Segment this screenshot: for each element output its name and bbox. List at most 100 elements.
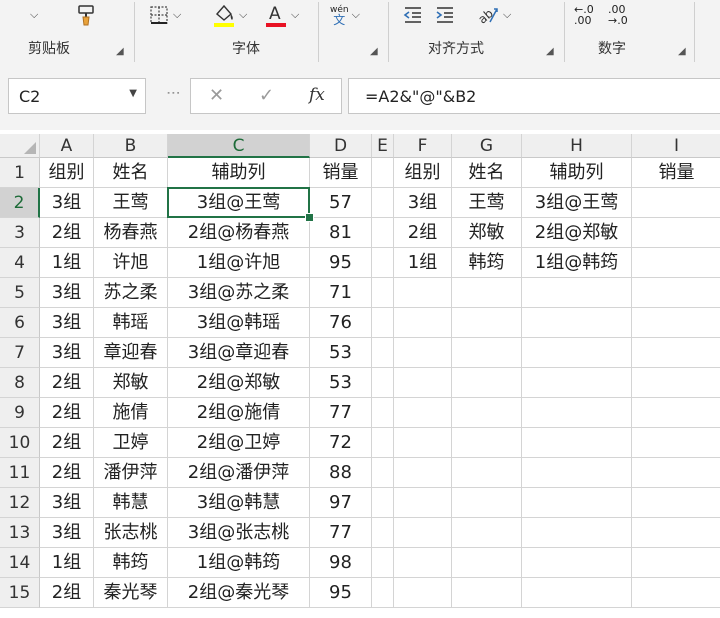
column-header-c[interactable]: C bbox=[168, 134, 310, 158]
cell-d13[interactable]: 77 bbox=[310, 518, 372, 548]
cell-b6[interactable]: 韩瑶 bbox=[94, 308, 168, 338]
cell-g10[interactable] bbox=[452, 428, 522, 458]
format-painter-button[interactable] bbox=[76, 2, 98, 28]
row-header-12[interactable]: 12 bbox=[0, 488, 40, 518]
cell-g9[interactable] bbox=[452, 398, 522, 428]
cell-i1[interactable]: 销量 bbox=[632, 158, 720, 188]
row-header-4[interactable]: 4 bbox=[0, 248, 40, 278]
cell-e7[interactable] bbox=[372, 338, 394, 368]
cell-d6[interactable]: 76 bbox=[310, 308, 372, 338]
cell-b13[interactable]: 张志桃 bbox=[94, 518, 168, 548]
column-header-i[interactable]: I bbox=[632, 134, 720, 158]
cell-c2[interactable]: 3组@王莺 bbox=[168, 188, 310, 218]
row-header-8[interactable]: 8 bbox=[0, 368, 40, 398]
cell-g4[interactable]: 韩筠 bbox=[452, 248, 522, 278]
cell-b12[interactable]: 韩慧 bbox=[94, 488, 168, 518]
orientation-button[interactable]: ab ⌵ bbox=[476, 2, 511, 28]
row-header-1[interactable]: 1 bbox=[0, 158, 40, 188]
cell-e11[interactable] bbox=[372, 458, 394, 488]
column-header-b[interactable]: B bbox=[94, 134, 168, 158]
cell-h6[interactable] bbox=[522, 308, 632, 338]
column-header-h[interactable]: H bbox=[522, 134, 632, 158]
cell-h5[interactable] bbox=[522, 278, 632, 308]
cell-i8[interactable] bbox=[632, 368, 720, 398]
fill-handle[interactable] bbox=[305, 213, 314, 222]
cell-i14[interactable] bbox=[632, 548, 720, 578]
row-header-6[interactable]: 6 bbox=[0, 308, 40, 338]
cell-a6[interactable]: 3组 bbox=[40, 308, 94, 338]
cell-g15[interactable] bbox=[452, 578, 522, 608]
cell-f1[interactable]: 组别 bbox=[394, 158, 452, 188]
cell-h1[interactable]: 辅助列 bbox=[522, 158, 632, 188]
cell-d5[interactable]: 71 bbox=[310, 278, 372, 308]
cell-g12[interactable] bbox=[452, 488, 522, 518]
cell-c14[interactable]: 1组@韩筠 bbox=[168, 548, 310, 578]
paste-dropdown[interactable]: ⌵ bbox=[30, 2, 38, 28]
cell-c8[interactable]: 2组@郑敏 bbox=[168, 368, 310, 398]
cell-a1[interactable]: 组别 bbox=[40, 158, 94, 188]
cell-d1[interactable]: 销量 bbox=[310, 158, 372, 188]
cell-c6[interactable]: 3组@韩瑶 bbox=[168, 308, 310, 338]
alignment-launcher-icon[interactable]: ◢ bbox=[546, 46, 554, 57]
cell-b3[interactable]: 杨春燕 bbox=[94, 218, 168, 248]
cell-h9[interactable] bbox=[522, 398, 632, 428]
cell-h14[interactable] bbox=[522, 548, 632, 578]
insert-function-icon[interactable]: fx bbox=[309, 85, 325, 105]
cell-g3[interactable]: 郑敏 bbox=[452, 218, 522, 248]
row-header-2[interactable]: 2 bbox=[0, 188, 40, 218]
cell-b5[interactable]: 苏之柔 bbox=[94, 278, 168, 308]
cell-f5[interactable] bbox=[394, 278, 452, 308]
cell-b2[interactable]: 王莺 bbox=[94, 188, 168, 218]
cell-a15[interactable]: 2组 bbox=[40, 578, 94, 608]
cell-d10[interactable]: 72 bbox=[310, 428, 372, 458]
clipboard-launcher-icon[interactable]: ◢ bbox=[116, 46, 124, 57]
cell-e4[interactable] bbox=[372, 248, 394, 278]
cell-d7[interactable]: 53 bbox=[310, 338, 372, 368]
cell-f11[interactable] bbox=[394, 458, 452, 488]
decrease-indent-button[interactable] bbox=[402, 2, 424, 28]
enter-icon[interactable]: ✓ bbox=[259, 85, 274, 106]
cell-h4[interactable]: 1组@韩筠 bbox=[522, 248, 632, 278]
cell-d14[interactable]: 98 bbox=[310, 548, 372, 578]
cell-a8[interactable]: 2组 bbox=[40, 368, 94, 398]
cell-e15[interactable] bbox=[372, 578, 394, 608]
cell-g11[interactable] bbox=[452, 458, 522, 488]
cell-f14[interactable] bbox=[394, 548, 452, 578]
cell-c5[interactable]: 3组@苏之柔 bbox=[168, 278, 310, 308]
cell-a11[interactable]: 2组 bbox=[40, 458, 94, 488]
cell-f3[interactable]: 2组 bbox=[394, 218, 452, 248]
cell-d2[interactable]: 57 bbox=[310, 188, 372, 218]
cell-c11[interactable]: 2组@潘伊萍 bbox=[168, 458, 310, 488]
cell-a14[interactable]: 1组 bbox=[40, 548, 94, 578]
row-header-3[interactable]: 3 bbox=[0, 218, 40, 248]
cell-c3[interactable]: 2组@杨春燕 bbox=[168, 218, 310, 248]
cell-h15[interactable] bbox=[522, 578, 632, 608]
cell-i4[interactable] bbox=[632, 248, 720, 278]
cell-c15[interactable]: 2组@秦光琴 bbox=[168, 578, 310, 608]
cell-f6[interactable] bbox=[394, 308, 452, 338]
cell-i3[interactable] bbox=[632, 218, 720, 248]
cell-i7[interactable] bbox=[632, 338, 720, 368]
cell-h2[interactable]: 3组@王莺 bbox=[522, 188, 632, 218]
cell-i6[interactable] bbox=[632, 308, 720, 338]
cell-i12[interactable] bbox=[632, 488, 720, 518]
cell-d4[interactable]: 95 bbox=[310, 248, 372, 278]
cell-b10[interactable]: 卫婷 bbox=[94, 428, 168, 458]
cell-i9[interactable] bbox=[632, 398, 720, 428]
cell-c12[interactable]: 3组@韩慧 bbox=[168, 488, 310, 518]
cell-i10[interactable] bbox=[632, 428, 720, 458]
cell-g2[interactable]: 王莺 bbox=[452, 188, 522, 218]
cell-h11[interactable] bbox=[522, 458, 632, 488]
cell-f13[interactable] bbox=[394, 518, 452, 548]
cell-c4[interactable]: 1组@许旭 bbox=[168, 248, 310, 278]
cell-i5[interactable] bbox=[632, 278, 720, 308]
cell-b11[interactable]: 潘伊萍 bbox=[94, 458, 168, 488]
row-header-9[interactable]: 9 bbox=[0, 398, 40, 428]
row-header-11[interactable]: 11 bbox=[0, 458, 40, 488]
column-header-a[interactable]: A bbox=[40, 134, 94, 158]
cell-d3[interactable]: 81 bbox=[310, 218, 372, 248]
cell-d8[interactable]: 53 bbox=[310, 368, 372, 398]
cell-b14[interactable]: 韩筠 bbox=[94, 548, 168, 578]
cell-g5[interactable] bbox=[452, 278, 522, 308]
cell-c7[interactable]: 3组@章迎春 bbox=[168, 338, 310, 368]
